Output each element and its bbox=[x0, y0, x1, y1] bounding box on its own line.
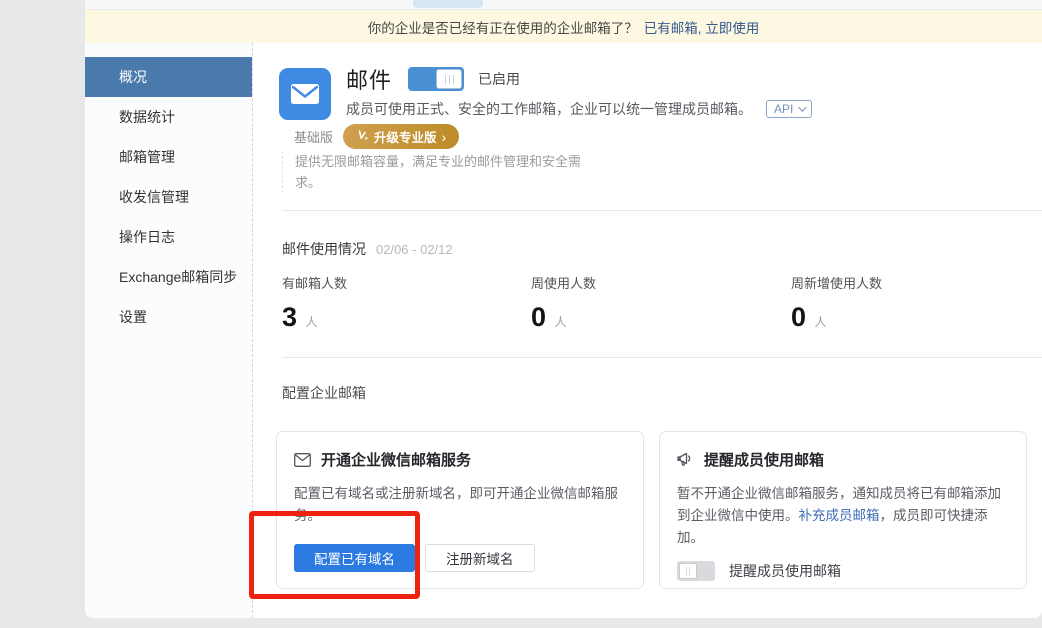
stat-value: 3 bbox=[282, 302, 297, 332]
remind-toggle-label: 提醒成员使用邮箱 bbox=[729, 561, 841, 581]
upgrade-label: 升级专业版 bbox=[374, 127, 437, 146]
api-label: API bbox=[774, 102, 793, 116]
chevron-right-icon: › bbox=[442, 130, 447, 144]
card-title: 开通企业微信邮箱服务 bbox=[321, 449, 471, 470]
upgrade-pro-button[interactable]: 升级专业版 › bbox=[343, 124, 459, 149]
stat-value: 0 bbox=[791, 302, 806, 332]
divider bbox=[282, 357, 1042, 358]
divider bbox=[282, 210, 1042, 211]
sidebar: 概况 数据统计 邮箱管理 收发信管理 操作日志 Exchange邮箱同步 设置 bbox=[85, 43, 252, 618]
enabled-status-label: 已启用 bbox=[478, 69, 520, 89]
stat-label: 周使用人数 bbox=[531, 273, 596, 292]
top-tab-fragment bbox=[413, 0, 483, 8]
sidebar-item-mailbox-management[interactable]: 邮箱管理 bbox=[85, 137, 252, 177]
mail-description: 成员可使用正式、安全的工作邮箱，企业可以统一管理成员邮箱。 bbox=[346, 99, 752, 119]
mail-app-icon bbox=[279, 68, 331, 120]
workspace: 概况 数据统计 邮箱管理 收发信管理 操作日志 Exchange邮箱同步 设置 … bbox=[85, 43, 1042, 618]
toggle-knob bbox=[436, 69, 462, 89]
left-gray-rail bbox=[0, 0, 85, 628]
stat-value: 0 bbox=[531, 302, 546, 332]
api-dropdown[interactable]: API bbox=[766, 100, 812, 118]
card-remind-members: 提醒成员使用邮箱 暂不开通企业微信邮箱服务，通知成员将已有邮箱添加到企业微信中使… bbox=[659, 431, 1027, 589]
remind-members-toggle[interactable] bbox=[677, 561, 715, 581]
sidebar-item-operation-log[interactable]: 操作日志 bbox=[85, 217, 252, 257]
card-open-mail-service: 开通企业微信邮箱服务 配置已有域名或注册新域名，即可开通企业微信邮箱服务。 配置… bbox=[276, 431, 644, 589]
card-text: 配置已有域名或注册新域名，即可开通企业微信邮箱服务。 bbox=[294, 483, 623, 527]
notice-banner: 你的企业是否已经有正在使用的企业邮箱了？ 已有邮箱, 立即使用 bbox=[85, 10, 1042, 43]
chevron-down-icon bbox=[799, 103, 807, 111]
sidebar-item-send-receive[interactable]: 收发信管理 bbox=[85, 177, 252, 217]
sidebar-item-exchange-sync[interactable]: Exchange邮箱同步 bbox=[85, 257, 252, 297]
envelope-outline-icon bbox=[294, 453, 311, 467]
usage-period: 02/06 - 02/12 bbox=[376, 242, 453, 257]
version-label: 基础版 bbox=[294, 127, 333, 146]
envelope-icon bbox=[290, 82, 320, 106]
banner-question: 你的企业是否已经有正在使用的企业邮箱了？ bbox=[368, 17, 638, 37]
sidebar-item-settings[interactable]: 设置 bbox=[85, 297, 252, 337]
card-title: 提醒成员使用邮箱 bbox=[704, 449, 824, 470]
stat-weekly-users: 周使用人数 0 人 bbox=[531, 273, 596, 333]
usage-section-title: 邮件使用情况 bbox=[282, 239, 366, 259]
stat-mailbox-users: 有邮箱人数 3 人 bbox=[282, 273, 347, 333]
stat-unit: 人 bbox=[554, 315, 566, 329]
register-new-domain-button[interactable]: 注册新域名 bbox=[425, 544, 535, 572]
stat-weekly-new-users: 周新增使用人数 0 人 bbox=[791, 273, 882, 333]
sparkle-icon bbox=[356, 130, 369, 143]
sidebar-item-overview[interactable]: 概况 bbox=[85, 57, 252, 97]
configure-existing-domain-button[interactable]: 配置已有域名 bbox=[294, 544, 415, 572]
supplement-member-mailbox-link[interactable]: 补充成员邮箱 bbox=[799, 508, 880, 523]
version-note: 提供无限邮箱容量，满足专业的邮件管理和安全需求。 bbox=[282, 151, 602, 193]
config-section-title: 配置企业邮箱 bbox=[282, 383, 366, 403]
stat-unit: 人 bbox=[814, 315, 826, 329]
stat-unit: 人 bbox=[305, 315, 317, 329]
banner-use-existing-link[interactable]: 已有邮箱, 立即使用 bbox=[644, 17, 760, 37]
toggle-knob bbox=[679, 563, 697, 579]
sidebar-item-statistics[interactable]: 数据统计 bbox=[85, 97, 252, 137]
top-strip bbox=[85, 0, 1042, 10]
mail-enabled-toggle[interactable] bbox=[408, 67, 464, 91]
page-title: 邮件 bbox=[346, 63, 392, 95]
stat-label: 有邮箱人数 bbox=[282, 273, 347, 292]
stat-label: 周新增使用人数 bbox=[791, 273, 882, 292]
main-content: 邮件 已启用 成员可使用正式、安全的工作邮箱，企业可以统一管理成员邮箱。 API… bbox=[252, 43, 1042, 618]
megaphone-icon bbox=[677, 452, 694, 467]
